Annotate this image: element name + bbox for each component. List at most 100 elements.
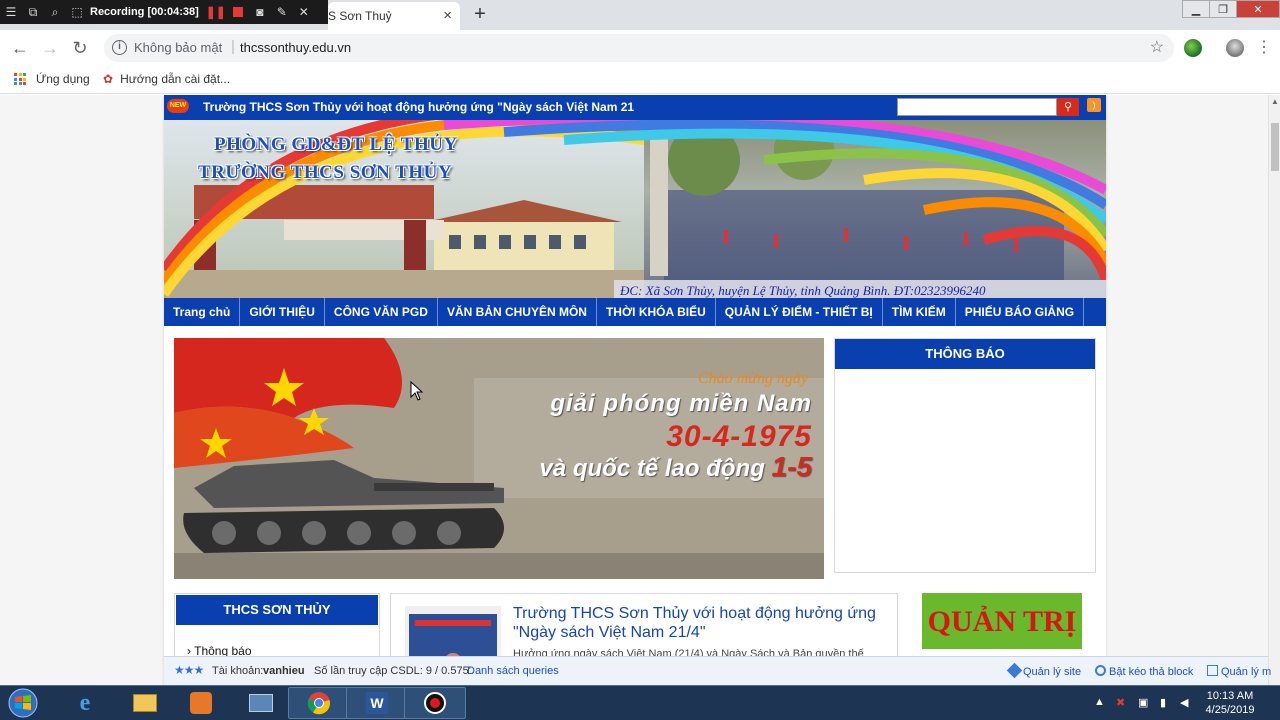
slider-text-4: và quốc tế lao động 1-5 bbox=[540, 451, 813, 483]
clock-time: 10:13 AM bbox=[1206, 690, 1254, 702]
flower-icon: ✿ bbox=[103, 72, 114, 86]
clock-date: 4/25/2019 bbox=[1205, 704, 1255, 716]
kebab-menu-icon[interactable]: ⋮ bbox=[1254, 38, 1274, 58]
forward-arrow-icon[interactable]: → bbox=[40, 38, 60, 58]
new-badge: NEW bbox=[167, 99, 189, 113]
bookmark-star-icon[interactable]: ☆ bbox=[1150, 37, 1164, 57]
site-search-input[interactable] bbox=[897, 98, 1057, 116]
nav-official-letters[interactable]: CÔNG VĂN PGD bbox=[325, 298, 438, 326]
address-bar[interactable]: i Không bảo mật | thcssonthuy.edu.vn ☆ bbox=[104, 34, 1174, 62]
system-tray: ▲ ✖ ▣ ▮ ◀ 10:13 AM 4/25/2019 bbox=[1090, 686, 1280, 720]
bookmark-label: Hướng dẫn cài đặt... bbox=[120, 72, 231, 86]
window-controls: ▁ ❐ ✕ bbox=[1182, 0, 1280, 18]
scroll-up-icon[interactable]: ▲ bbox=[1271, 97, 1279, 106]
minimize-icon[interactable]: ▁ bbox=[1182, 0, 1210, 18]
page-scrollbar[interactable]: ▲ bbox=[1268, 95, 1280, 685]
search-icon[interactable]: ⚲ bbox=[1057, 98, 1079, 116]
new-tab-button[interactable]: + bbox=[470, 4, 490, 25]
close-recorder-icon[interactable]: ✕ bbox=[293, 0, 315, 24]
apps-grid-icon bbox=[14, 73, 26, 85]
main-nav: Trang chủ GIỚI THIỆU CÔNG VĂN PGD VĂN BẢ… bbox=[164, 298, 1106, 326]
recorder-taskbar-icon[interactable] bbox=[404, 687, 466, 719]
profile-avatar[interactable] bbox=[1226, 39, 1244, 57]
move-icon bbox=[1095, 665, 1106, 676]
slider-text-4-prefix: và quốc tế lao động bbox=[539, 455, 765, 482]
chrome-icon bbox=[307, 692, 331, 715]
rss-icon[interactable]: ) bbox=[1087, 98, 1101, 112]
start-button-icon[interactable] bbox=[4, 688, 42, 718]
school-banner: PHÒNG GD&ĐT LỆ THỦY TRƯỜNG THCS SƠN THỦY… bbox=[164, 120, 1106, 298]
admin-button[interactable]: QUẢN TRỊ bbox=[922, 593, 1082, 649]
tab-title: S Sơn Thuỷ bbox=[328, 9, 392, 23]
admin-button-label: QUẢN TRỊ bbox=[927, 605, 1077, 638]
pen-icon[interactable]: ✎ bbox=[271, 0, 293, 24]
queries-link[interactable]: Danh sách queries bbox=[467, 665, 559, 677]
db-stats: Số lần truy cập CSDL: 9 / 0.575'. bbox=[314, 665, 474, 677]
show-hidden-icon[interactable]: ▲ bbox=[1094, 696, 1108, 710]
manage-more-link[interactable]: Quản lý m bbox=[1207, 665, 1271, 678]
slider-text-4-date: 1-5 bbox=[771, 451, 812, 482]
drag-block-label: Bật kéo thả block bbox=[1109, 666, 1194, 678]
close-tab-icon[interactable]: × bbox=[443, 7, 452, 24]
volume-icon[interactable]: ◀ bbox=[1180, 696, 1194, 710]
ie-taskbar-icon[interactable]: e bbox=[54, 687, 116, 719]
word-taskbar-icon[interactable]: W bbox=[346, 687, 408, 719]
hero-slider[interactable]: Chào mừng ngày giải phóng miền Nam 30-4-… bbox=[174, 338, 824, 579]
slider-text-1: Chào mừng ngày bbox=[697, 370, 808, 387]
back-arrow-icon[interactable]: ← bbox=[10, 38, 30, 58]
page-viewport: NEW Trường THCS Sơn Thủy với hoạt động h… bbox=[0, 95, 1268, 685]
network-error-icon[interactable]: ✖ bbox=[1116, 696, 1130, 710]
camera-icon[interactable]: ◙ bbox=[249, 0, 271, 24]
manage-site-link[interactable]: Quản lý site bbox=[1006, 662, 1081, 679]
site-icon bbox=[1006, 662, 1023, 679]
explorer-taskbar-icon[interactable] bbox=[114, 687, 176, 719]
pause-icon[interactable]: ❚❚ bbox=[205, 0, 227, 24]
news-ticker[interactable]: Trường THCS Sơn Thủy với hoạt động hưởng… bbox=[203, 100, 634, 114]
top-strip: NEW Trường THCS Sơn Thủy với hoạt động h… bbox=[164, 95, 1106, 120]
divider: | bbox=[231, 38, 235, 55]
folder-icon bbox=[1207, 665, 1218, 676]
browser-toolbar: ← → ↻ i Không bảo mật | thcssonthuy.edu.… bbox=[0, 30, 1280, 66]
nav-lesson-report[interactable]: PHIẾU BÁO GIẢNG bbox=[956, 298, 1085, 326]
close-window-icon[interactable]: ✕ bbox=[1236, 0, 1280, 18]
nav-timetable[interactable]: THỜI KHÓA BIỂU bbox=[597, 298, 716, 326]
menu-icon[interactable]: ☰ bbox=[0, 0, 22, 24]
bookmarks-bar: Ứng dụng ✿ Hướng dẫn cài đặt... bbox=[0, 66, 1280, 94]
manage-more-label: Quản lý m bbox=[1221, 666, 1272, 678]
info-icon[interactable]: i bbox=[112, 40, 127, 55]
zoom-icon[interactable]: ⌕ bbox=[44, 0, 66, 24]
scrollbar-thumb[interactable] bbox=[1271, 123, 1279, 171]
username: vanhieu bbox=[263, 665, 305, 677]
user-level-icon: ★★★ bbox=[174, 663, 204, 677]
drag-block-link[interactable]: Bật kéo thả block bbox=[1095, 665, 1193, 678]
chrome-taskbar-icon[interactable] bbox=[288, 687, 350, 719]
bookmark-apps[interactable]: Ứng dụng bbox=[14, 72, 90, 86]
nav-documents[interactable]: VĂN BẢN CHUYÊN MÔN bbox=[438, 298, 597, 326]
clock[interactable]: 10:13 AM 4/25/2019 bbox=[1200, 689, 1260, 717]
nav-search[interactable]: TÌM KIẾM bbox=[883, 298, 956, 326]
nav-grades[interactable]: QUẢN LÝ ĐIỂM - THIẾT BỊ bbox=[716, 298, 883, 326]
restore-icon[interactable]: ❐ bbox=[1209, 0, 1237, 18]
url-text[interactable]: thcssonthuy.edu.vn bbox=[240, 40, 351, 55]
bookmark-guide[interactable]: ✿ Hướng dẫn cài đặt... bbox=[103, 72, 230, 86]
reload-icon[interactable]: ↻ bbox=[70, 38, 90, 58]
notice-panel: THÔNG BÁO bbox=[834, 338, 1096, 573]
region-icon[interactable]: ⬚ bbox=[66, 0, 88, 24]
extension-icon[interactable] bbox=[1184, 39, 1202, 57]
nav-intro[interactable]: GIỚI THIỆU bbox=[240, 298, 325, 326]
mouse-cursor bbox=[410, 381, 424, 401]
school-menu-title: THCS SƠN THỦY bbox=[176, 595, 378, 625]
remote-desktop-taskbar-icon[interactable] bbox=[230, 687, 292, 719]
device-icon[interactable]: ▣ bbox=[1138, 696, 1152, 710]
window-icon[interactable]: ⧉ bbox=[22, 0, 44, 24]
school-site: NEW Trường THCS Sơn Thủy với hoạt động h… bbox=[164, 95, 1106, 685]
browser-tab[interactable]: S Sơn Thuỷ × bbox=[328, 2, 460, 30]
admin-bar: ★★★ Tài khoản: vanhieu Số lần truy cập C… bbox=[164, 656, 1271, 685]
account-label: Tài khoản: bbox=[212, 665, 264, 677]
article-title[interactable]: Trường THCS Sơn Thủy với hoạt động hưởng… bbox=[513, 604, 893, 642]
media-player-taskbar-icon[interactable] bbox=[170, 687, 232, 719]
nav-home[interactable]: Trang chủ bbox=[164, 298, 241, 326]
stop-icon[interactable] bbox=[227, 0, 249, 24]
signal-icon[interactable]: ▮ bbox=[1160, 696, 1174, 710]
recorder-toolbar: ☰ ⧉ ⌕ ⬚ Recording [00:04:38] ❚❚ ◙ ✎ ✕ bbox=[0, 0, 328, 24]
